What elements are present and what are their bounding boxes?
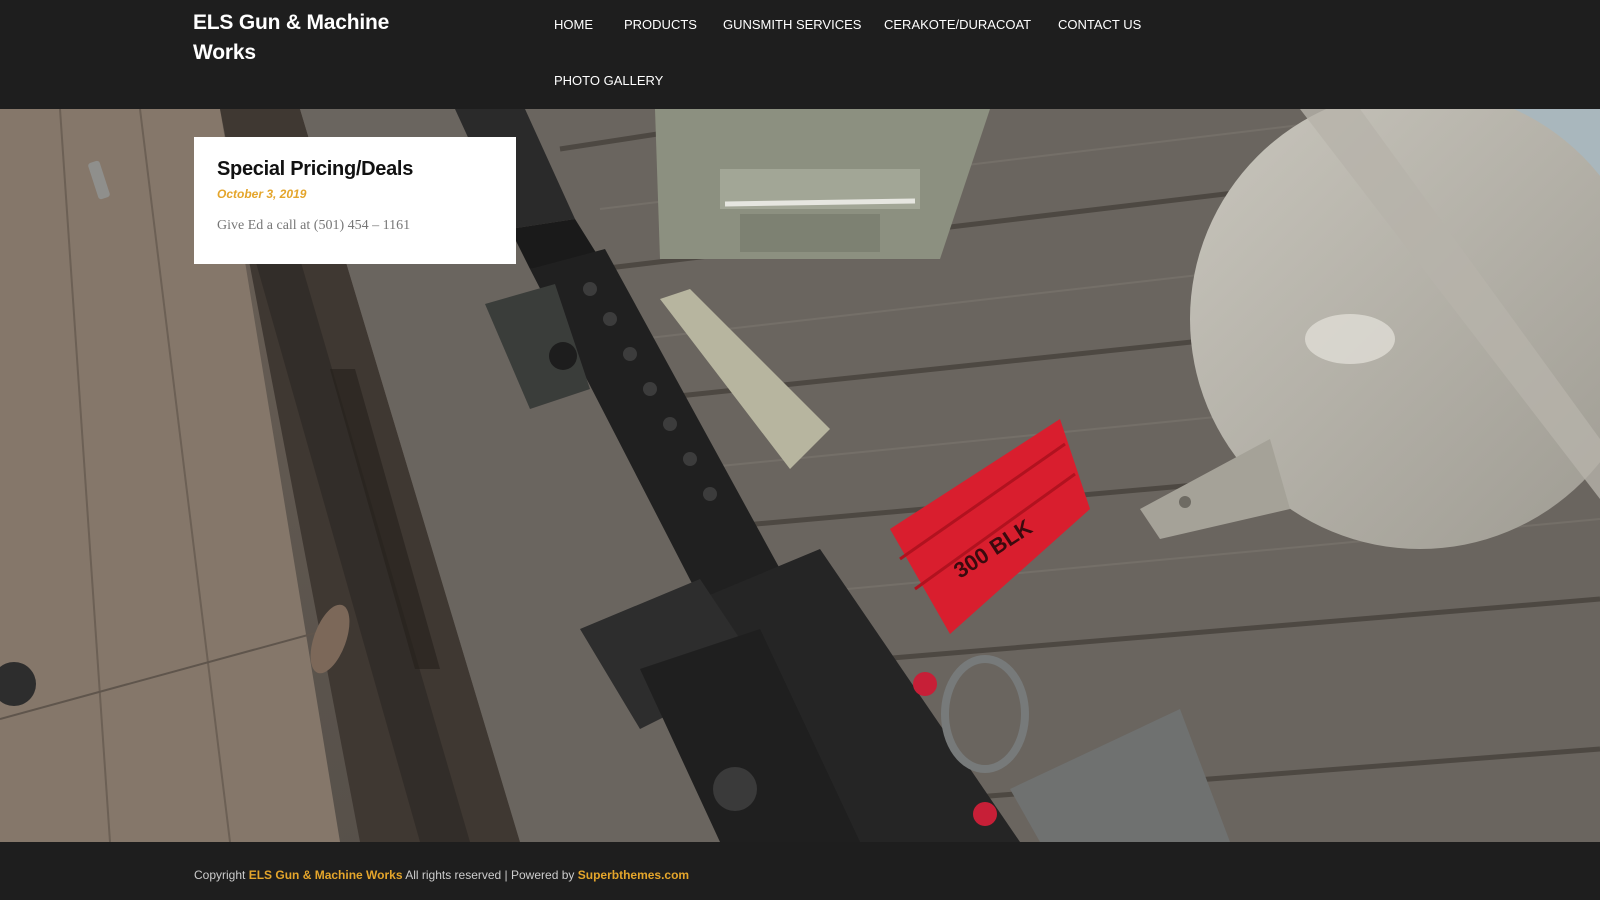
nav-item-products[interactable]: PRODUCTS [624, 16, 697, 34]
powered-by-link[interactable]: Superbthemes.com [578, 868, 689, 882]
nav-item-gunsmith-services[interactable]: GUNSMITH SERVICES [723, 16, 861, 34]
nav-item-cerakote-duracoat[interactable]: CERAKOTE/DURACOAT [884, 16, 1031, 34]
rights-text: All rights reserved | Powered by [405, 868, 575, 882]
post-card: Special Pricing/Deals October 3, 2019 Gi… [194, 137, 516, 264]
site-header: ELS Gun & Machine Works HOME PRODUCTS GU… [0, 0, 1600, 109]
site-title-link[interactable]: ELS Gun & Machine Works [193, 8, 453, 68]
nav-item-contact-us[interactable]: CONTACT US [1058, 16, 1141, 34]
copyright-prefix: Copyright [194, 868, 246, 882]
footer-site-link[interactable]: ELS Gun & Machine Works [249, 868, 403, 882]
footer-copyright: Copyright ELS Gun & Machine Works All ri… [194, 867, 689, 883]
site-footer: Copyright ELS Gun & Machine Works All ri… [0, 842, 1600, 900]
post-title[interactable]: Special Pricing/Deals [217, 156, 493, 182]
nav-item-home[interactable]: HOME [554, 16, 593, 34]
post-excerpt: Give Ed a call at (501) 454 – 1161 [217, 218, 411, 233]
nav-item-photo-gallery[interactable]: PHOTO GALLERY [554, 72, 663, 90]
post-date: October 3, 2019 [217, 187, 307, 201]
